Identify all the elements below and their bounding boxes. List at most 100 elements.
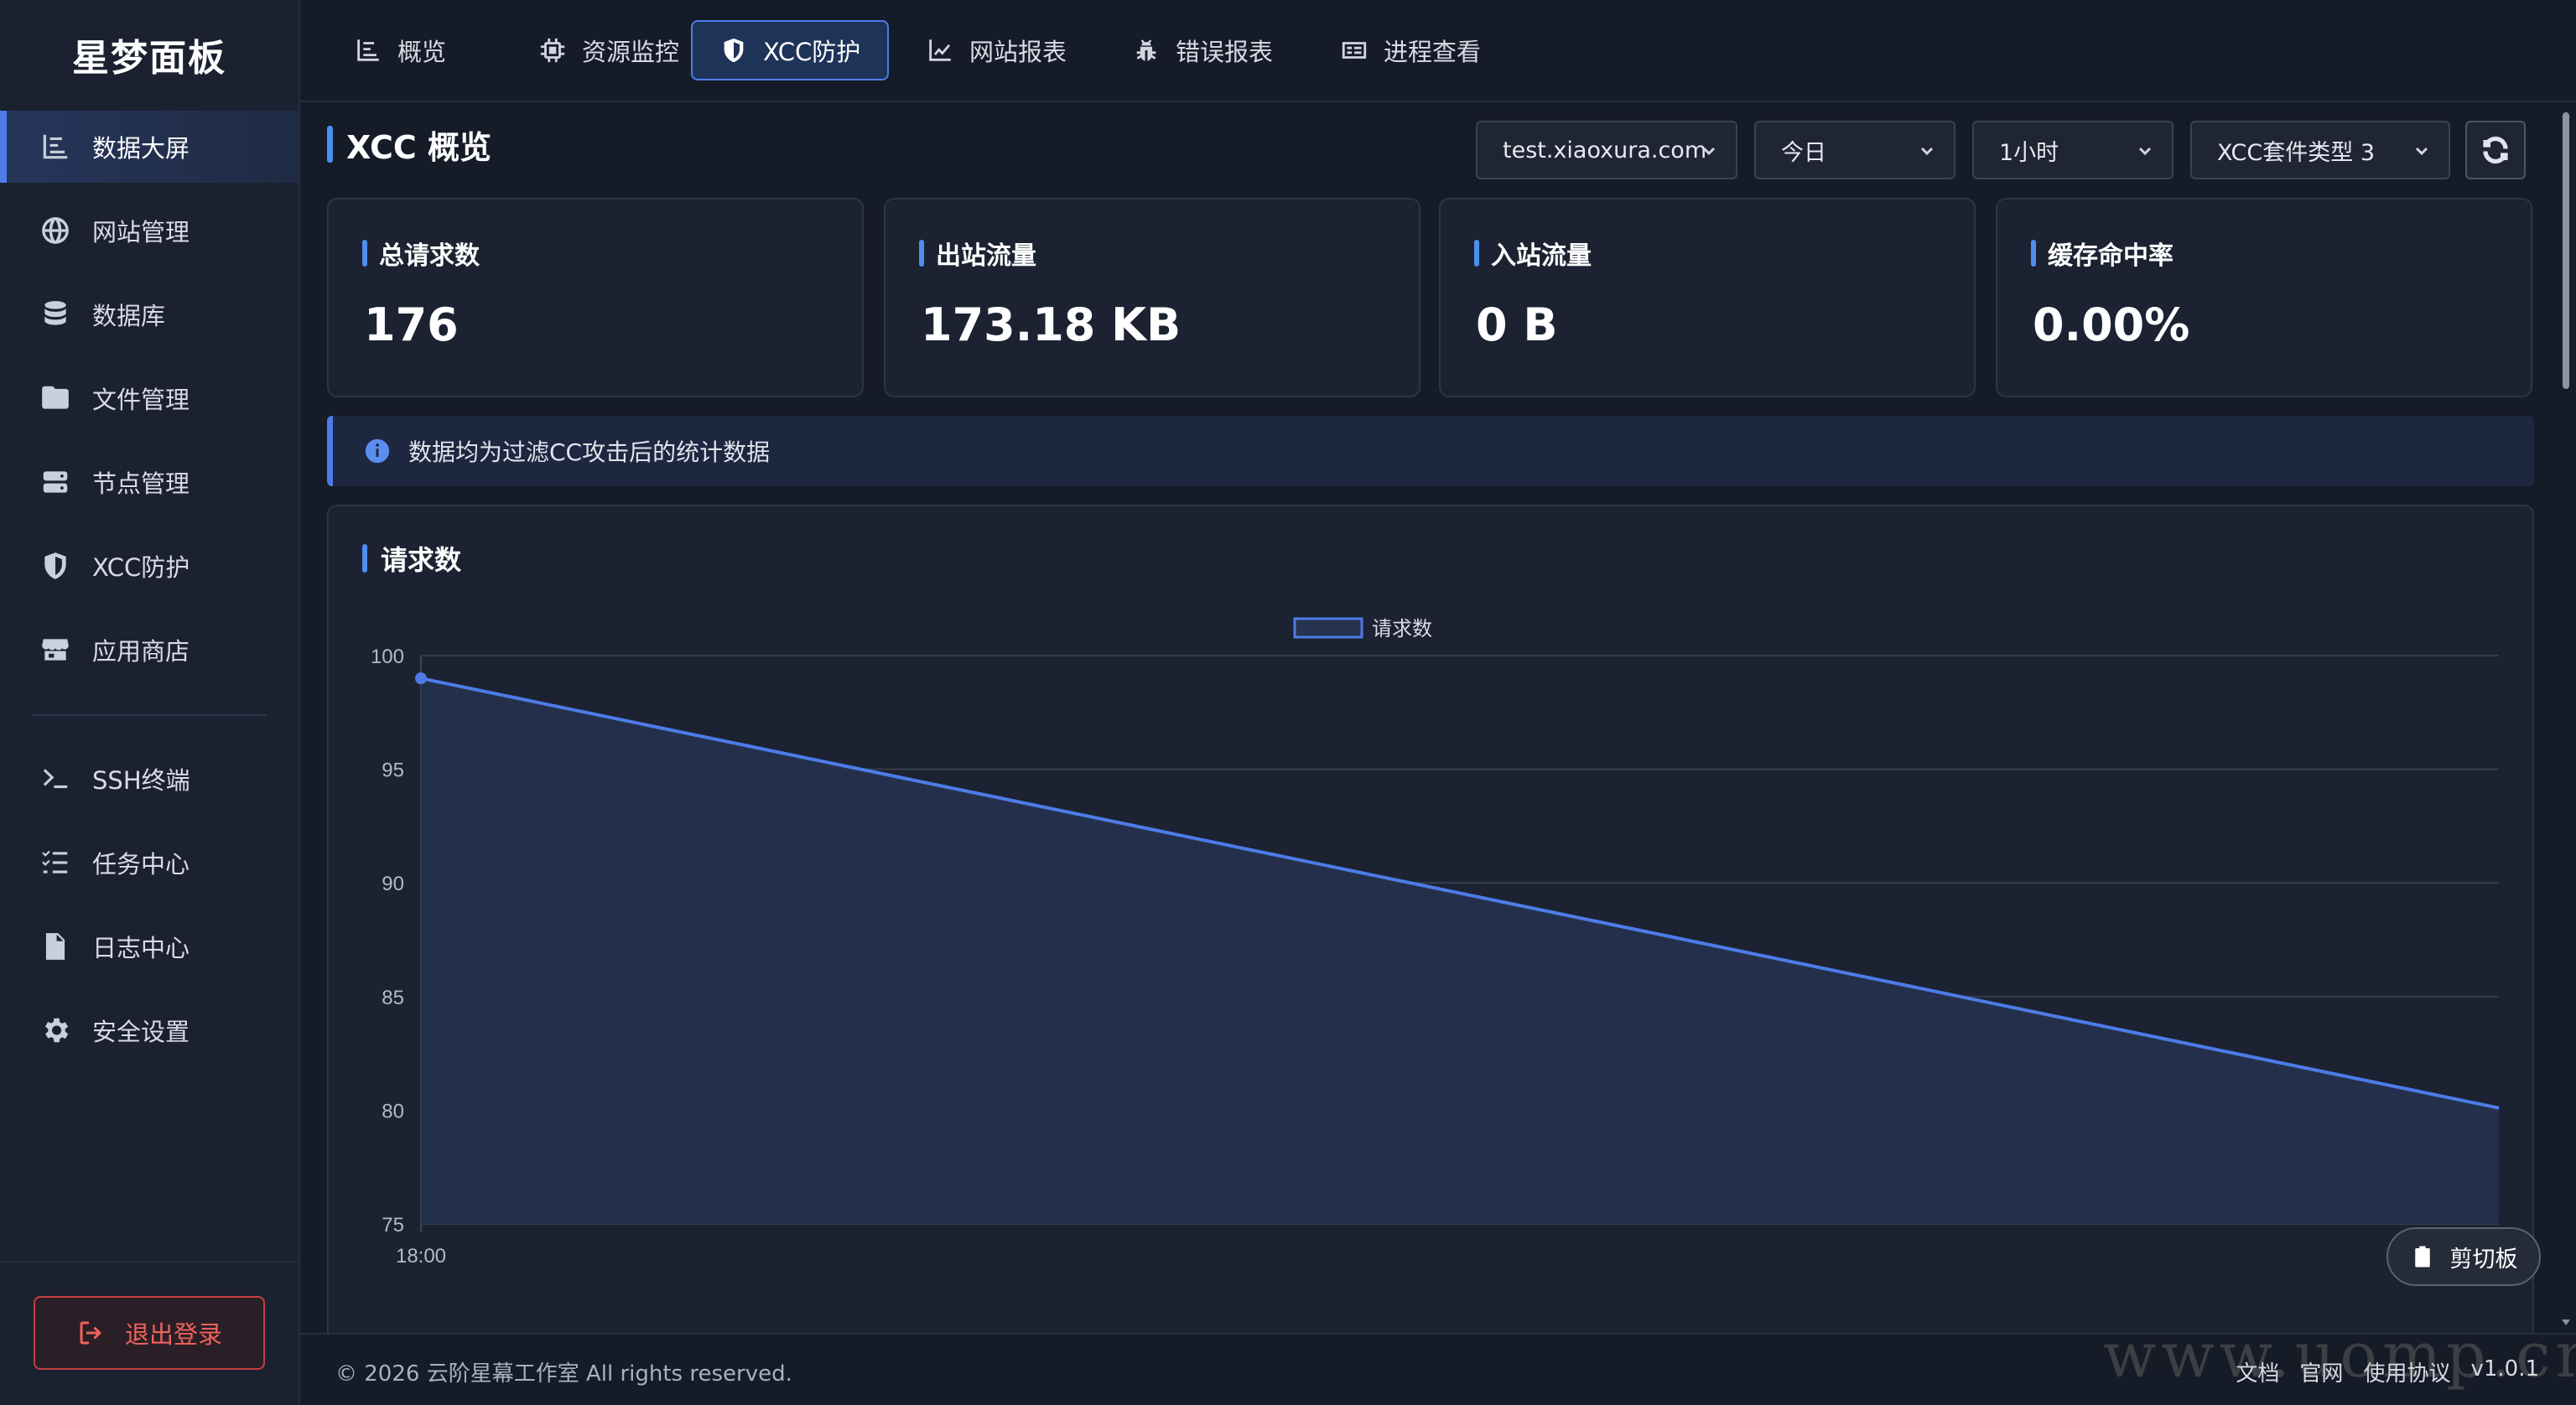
tab-label: XCC防护 xyxy=(763,38,861,66)
sidebar-item-files[interactable]: 文件管理 xyxy=(0,362,299,434)
info-notice: 数据均为过滤CC攻击后的统计数据 xyxy=(327,416,2534,486)
data-point xyxy=(415,672,427,685)
chip-icon xyxy=(540,38,565,63)
top-nav: 概览 资源监控 XCC防护 网站报表 错误报表 进程查看 xyxy=(300,0,2576,102)
line-chart-icon xyxy=(929,39,951,61)
legend-label: 请求数 xyxy=(1372,617,1432,640)
interval-select[interactable]: 1小时 xyxy=(1972,121,2174,179)
store-icon xyxy=(39,633,72,666)
list-icon xyxy=(39,846,72,879)
tab-label: 概览 xyxy=(397,38,447,66)
sidebar-item-dashboard[interactable]: 数据大屏 xyxy=(0,111,299,183)
site-select-value: test.xiaoxura.com xyxy=(1503,137,1707,163)
refresh-button[interactable] xyxy=(2465,121,2526,179)
footer-link-docs[interactable]: 文档 xyxy=(2236,1356,2279,1387)
sidebar-item-logs[interactable]: 日志中心 xyxy=(0,910,299,982)
sidebar-item-xcc[interactable]: XCC防护 xyxy=(0,530,299,602)
chevron-down-icon xyxy=(1917,141,1937,161)
page-title-text: XCC 概览 xyxy=(346,128,491,166)
stat-card-cache-hit-rate: 缓存命中率 0.00% xyxy=(1996,198,2532,397)
tab-label: 进程查看 xyxy=(1384,38,1482,66)
logout-label: 退出登录 xyxy=(124,1320,222,1349)
y-tick-label: 90 xyxy=(382,873,404,895)
tab-site-report[interactable]: 网站报表 xyxy=(899,20,1093,80)
x-tick-label: 18:00 xyxy=(396,1245,446,1268)
sidebar-item-ssh[interactable]: SSH终端 xyxy=(0,743,299,815)
sidebar-divider xyxy=(32,714,267,716)
requests-chart-card: 请求数 75 80 85 90 95 100 18:00 请求数 xyxy=(327,505,2534,1343)
card-accent-bar xyxy=(362,240,367,267)
sidebar-item-label: 应用商店 xyxy=(92,637,190,666)
clipboard-icon xyxy=(2414,1246,2430,1268)
card-accent-bar xyxy=(2031,240,2036,267)
chevron-down-icon xyxy=(2135,141,2155,161)
y-tick-label: 80 xyxy=(382,1100,404,1122)
sidebar-item-security[interactable]: 安全设置 xyxy=(0,994,299,1066)
stat-value: 176 xyxy=(364,298,459,351)
interval-select-value: 1小时 xyxy=(1999,139,2059,166)
sidebar-item-label: XCC防护 xyxy=(92,553,190,582)
tab-overview[interactable]: 概览 xyxy=(327,20,473,80)
chevron-down-icon xyxy=(2412,141,2432,161)
tab-label: 资源监控 xyxy=(582,38,680,66)
logout-button[interactable]: 退出登录 xyxy=(34,1296,265,1370)
sidebar-item-label: 节点管理 xyxy=(92,469,190,498)
chevron-down-icon xyxy=(1699,141,1719,161)
brand-title: 星梦面板 xyxy=(72,37,226,80)
chart-icon xyxy=(357,39,379,61)
scroll-down-icon[interactable] xyxy=(2561,1314,2571,1325)
stat-label: 出站流量 xyxy=(936,241,1036,271)
database-icon xyxy=(39,298,72,331)
card-accent-bar xyxy=(1474,240,1479,267)
stat-value: 173.18 KB xyxy=(921,298,1182,351)
title-accent-bar xyxy=(327,126,333,163)
tab-xcc-protection[interactable]: XCC防护 xyxy=(691,20,890,80)
stat-label: 总请求数 xyxy=(379,241,480,271)
tab-label: 网站报表 xyxy=(969,38,1067,66)
sidebar-item-tasks[interactable]: 任务中心 xyxy=(0,827,299,899)
stat-value: 0 B xyxy=(1476,298,1558,351)
chart-icon xyxy=(39,130,72,163)
stat-card-total-requests: 总请求数 176 xyxy=(327,198,864,397)
sidebar-item-store[interactable]: 应用商店 xyxy=(0,614,299,686)
package-select-value: XCC套件类型 3 xyxy=(2217,139,2375,166)
series-area xyxy=(421,678,2499,1224)
file-icon xyxy=(39,930,72,963)
server-icon xyxy=(39,465,72,499)
footer-link-website[interactable]: 官网 xyxy=(2299,1356,2343,1387)
stat-label: 入站流量 xyxy=(1491,241,1592,271)
scrollbar-thumb[interactable] xyxy=(2563,112,2569,389)
clipboard-label: 剪切板 xyxy=(2449,1246,2518,1273)
app-root: 星梦面板 数据大屏 网站管理 数据库 文件管理 节点管理 XCC防护 应用商店 xyxy=(0,0,2576,1405)
sidebar-item-sites[interactable]: 网站管理 xyxy=(0,194,299,267)
sidebar-item-label: 数据大屏 xyxy=(92,134,190,163)
sidebar-item-database[interactable]: 数据库 xyxy=(0,278,299,350)
sidebar-item-label: 任务中心 xyxy=(92,850,190,879)
card-accent-bar xyxy=(919,240,924,267)
sidebar-item-nodes[interactable]: 节点管理 xyxy=(0,446,299,518)
footer-link-terms[interactable]: 使用协议 xyxy=(2363,1356,2450,1387)
clipboard-button[interactable]: 剪切板 xyxy=(2386,1227,2541,1286)
sidebar: 星梦面板 数据大屏 网站管理 数据库 文件管理 节点管理 XCC防护 应用商店 xyxy=(0,0,300,1405)
page-title: XCC 概览 xyxy=(327,122,491,166)
date-select[interactable]: 今日 xyxy=(1754,121,1955,179)
sidebar-item-label: 日志中心 xyxy=(92,934,190,962)
y-tick-label: 85 xyxy=(382,987,404,1009)
terminal-icon xyxy=(39,762,72,796)
y-tick-label: 75 xyxy=(382,1214,404,1237)
scroll-up-icon[interactable] xyxy=(2561,107,2571,117)
tab-label: 错误报表 xyxy=(1176,38,1274,66)
tab-resource-monitor[interactable]: 资源监控 xyxy=(512,20,706,80)
site-select[interactable]: test.xiaoxura.com xyxy=(1476,121,1737,179)
shield-icon xyxy=(39,549,72,583)
folder-icon xyxy=(39,381,72,415)
tab-error-report[interactable]: 错误报表 xyxy=(1105,20,1300,80)
package-select[interactable]: XCC套件类型 3 xyxy=(2190,121,2450,179)
stat-label: 缓存命中率 xyxy=(2048,241,2174,271)
sidebar-item-label: 网站管理 xyxy=(92,218,190,246)
tab-process-view[interactable]: 进程查看 xyxy=(1313,20,1508,80)
info-text: 数据均为过滤CC攻击后的统计数据 xyxy=(408,438,771,466)
stat-card-inbound-traffic: 入站流量 0 B xyxy=(1439,198,1976,397)
y-tick-label: 95 xyxy=(382,760,404,782)
footer-version: v1.0.1 xyxy=(2470,1356,2539,1382)
